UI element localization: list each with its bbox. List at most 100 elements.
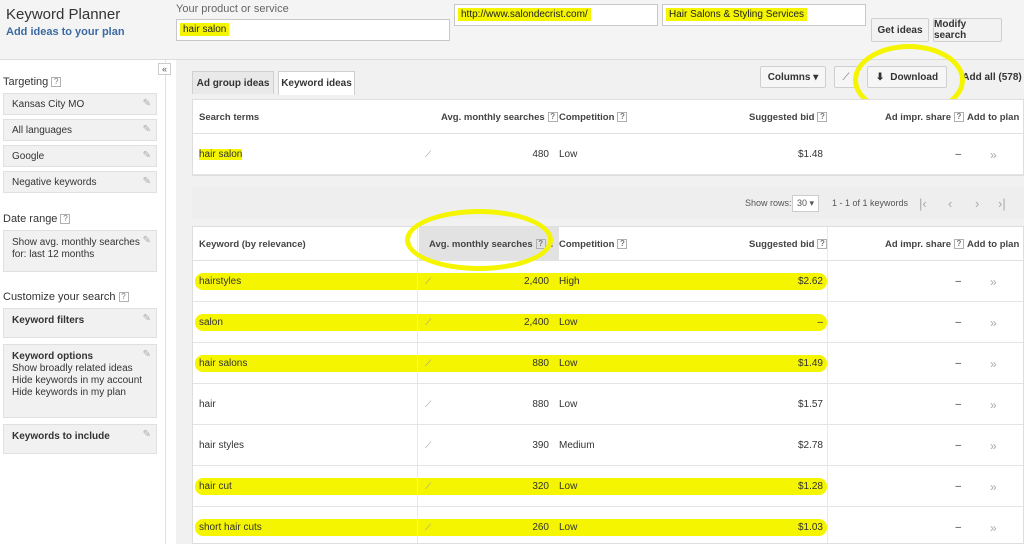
targeting-language[interactable]: All languages ✎: [3, 119, 157, 141]
help-icon[interactable]: ?: [817, 112, 828, 122]
col-search-terms[interactable]: Search terms: [199, 100, 259, 134]
competition: Medium: [559, 440, 595, 451]
ad-impr-share: –: [955, 399, 961, 410]
app-title: Keyword Planner: [6, 6, 121, 23]
table-row: hair salons ⟋ 880 Low $1.49 – »: [193, 343, 1023, 384]
pencil-icon: ✎: [142, 150, 151, 161]
trend-icon[interactable]: ⟋: [425, 343, 431, 384]
keyword-filters-box[interactable]: Keyword filters ✎: [3, 308, 157, 338]
col-bid-label: Suggested bid: [749, 111, 815, 123]
col-suggested-bid[interactable]: Suggested bid?: [749, 227, 828, 261]
add-to-plan-icon[interactable]: »: [990, 302, 997, 343]
keywords-include-box[interactable]: Keywords to include ✎: [3, 424, 157, 454]
help-icon[interactable]: ?: [547, 112, 558, 122]
product-input[interactable]: hair salon: [176, 19, 450, 41]
add-to-plan-icon[interactable]: »: [990, 466, 997, 507]
pencil-icon: ✎: [142, 349, 151, 360]
targeting-network[interactable]: Google ✎: [3, 145, 157, 167]
col-bid-label: Suggested bid: [749, 238, 815, 250]
modify-search-button[interactable]: Modify search: [933, 18, 1002, 42]
col-competition[interactable]: Competition?: [559, 100, 628, 134]
col-keyword[interactable]: Keyword (by relevance): [199, 227, 306, 261]
rows-per-page-select[interactable]: 30 ▾: [792, 194, 820, 212]
keyword: hair cut: [199, 481, 232, 492]
col-share-label: Ad impr. share: [885, 111, 951, 123]
last-page-icon[interactable]: ›|: [998, 187, 1006, 219]
help-icon[interactable]: ?: [617, 112, 628, 122]
add-to-plan-icon[interactable]: »: [990, 384, 997, 425]
add-to-plan-icon[interactable]: »: [990, 343, 997, 384]
col-ad-impr-share[interactable]: Ad impr. share?: [885, 100, 964, 134]
col-ad-impr-share[interactable]: Ad impr. share?: [885, 227, 964, 261]
suggested-bid: $1.03: [797, 522, 823, 533]
competition: Low: [559, 317, 578, 328]
tab-ad-group-ideas[interactable]: Ad group ideas: [192, 71, 274, 94]
category-input[interactable]: Hair Salons & Styling Services: [662, 4, 866, 26]
help-icon[interactable]: ?: [60, 214, 71, 225]
trend-icon[interactable]: ⟋: [425, 425, 431, 466]
table-row: hair ⟋ 880 Low $1.57 – »: [193, 384, 1023, 425]
help-icon[interactable]: ?: [817, 239, 828, 249]
targeting-negative-keywords[interactable]: Negative keywords ✎: [3, 171, 157, 193]
help-icon[interactable]: ?: [954, 112, 964, 122]
next-page-icon[interactable]: ›: [975, 187, 979, 219]
add-to-plan-icon[interactable]: »: [990, 507, 997, 543]
first-page-icon[interactable]: |‹: [919, 187, 927, 219]
col-competition[interactable]: Competition?: [559, 227, 628, 261]
help-icon[interactable]: ?: [51, 77, 62, 88]
trend-icon[interactable]: ⟋: [425, 507, 431, 543]
trend-icon[interactable]: ⟋: [425, 466, 431, 507]
add-all-button[interactable]: Add all (578): [960, 66, 1024, 88]
search-terms-table: Search terms Avg. monthly searches? Comp…: [192, 99, 1024, 176]
targeting-language-label: All languages: [12, 125, 73, 136]
category-input-value: Hair Salons & Styling Services: [666, 8, 808, 21]
keyword-option: Show broadly related ideas: [12, 363, 133, 374]
pagination-bar: Show rows: 30 ▾ 1 - 1 of 1 keywords |‹ ‹…: [192, 187, 1024, 219]
add-to-plan-icon[interactable]: »: [990, 134, 997, 175]
ad-impr-share: –: [955, 276, 961, 287]
suggested-bid: $1.57: [797, 399, 823, 410]
header: Keyword Planner Add ideas to your plan Y…: [0, 0, 1024, 60]
trend-icon[interactable]: ⟋: [425, 384, 431, 425]
url-input-value: http://www.salondecrist.com/: [458, 8, 591, 21]
targeting-location[interactable]: Kansas City MO ✎: [3, 93, 157, 115]
prev-page-icon[interactable]: ‹: [948, 187, 952, 219]
keyword: salon: [199, 317, 223, 328]
table-row: hair salon ⟋ 480 Low $1.48 – »: [193, 134, 1023, 175]
col-competition-label: Competition: [559, 238, 615, 250]
ad-impr-share: –: [955, 440, 961, 451]
collapse-sidebar-button[interactable]: «: [158, 63, 171, 75]
product-input-value: hair salon: [180, 23, 230, 36]
page-range: 1 - 1 of 1 keywords: [832, 198, 909, 208]
keyword-options-box[interactable]: Keyword options Show broadly related ide…: [3, 344, 157, 418]
trend-icon[interactable]: ⟋: [425, 302, 431, 343]
highlight-ellipse-avg-searches: [405, 209, 553, 271]
suggested-bid: $2.78: [797, 440, 823, 451]
add-to-plan-icon[interactable]: »: [990, 425, 997, 466]
pencil-icon: ✎: [142, 98, 151, 109]
pencil-icon: ✎: [142, 313, 151, 324]
help-icon[interactable]: ?: [617, 239, 628, 249]
targeting-heading: Targeting?: [3, 76, 62, 88]
show-rows-label: Show rows:: [745, 198, 792, 208]
trend-icon[interactable]: ⟋: [425, 134, 431, 175]
help-icon[interactable]: ?: [954, 239, 964, 249]
keyword-ideas-table: Keyword (by relevance) Avg. monthly sear…: [192, 226, 1024, 544]
keyword-ideas-header: Keyword (by relevance) Avg. monthly sear…: [193, 227, 1023, 261]
url-input[interactable]: http://www.salondecrist.com/: [454, 4, 658, 26]
get-ideas-button[interactable]: Get ideas: [871, 18, 929, 42]
ad-impr-share: –: [955, 481, 961, 492]
col-add-to-plan: Add to plan: [967, 111, 1020, 123]
add-to-plan-icon[interactable]: »: [990, 261, 997, 302]
avg-searches: 480: [532, 149, 549, 160]
date-range-box[interactable]: Show avg. monthly searches for: last 12 …: [3, 230, 157, 272]
col-avg-monthly[interactable]: Avg. monthly searches?: [441, 100, 558, 134]
pencil-icon: ✎: [142, 176, 151, 187]
col-suggested-bid[interactable]: Suggested bid?: [749, 100, 828, 134]
tab-keyword-ideas[interactable]: Keyword ideas: [278, 71, 355, 95]
customize-heading: Customize your search?: [3, 291, 129, 303]
columns-button[interactable]: Columns ▾: [760, 66, 826, 88]
help-icon[interactable]: ?: [118, 292, 129, 303]
competition: Low: [559, 149, 578, 160]
trend-icon[interactable]: ⟋: [425, 261, 431, 302]
